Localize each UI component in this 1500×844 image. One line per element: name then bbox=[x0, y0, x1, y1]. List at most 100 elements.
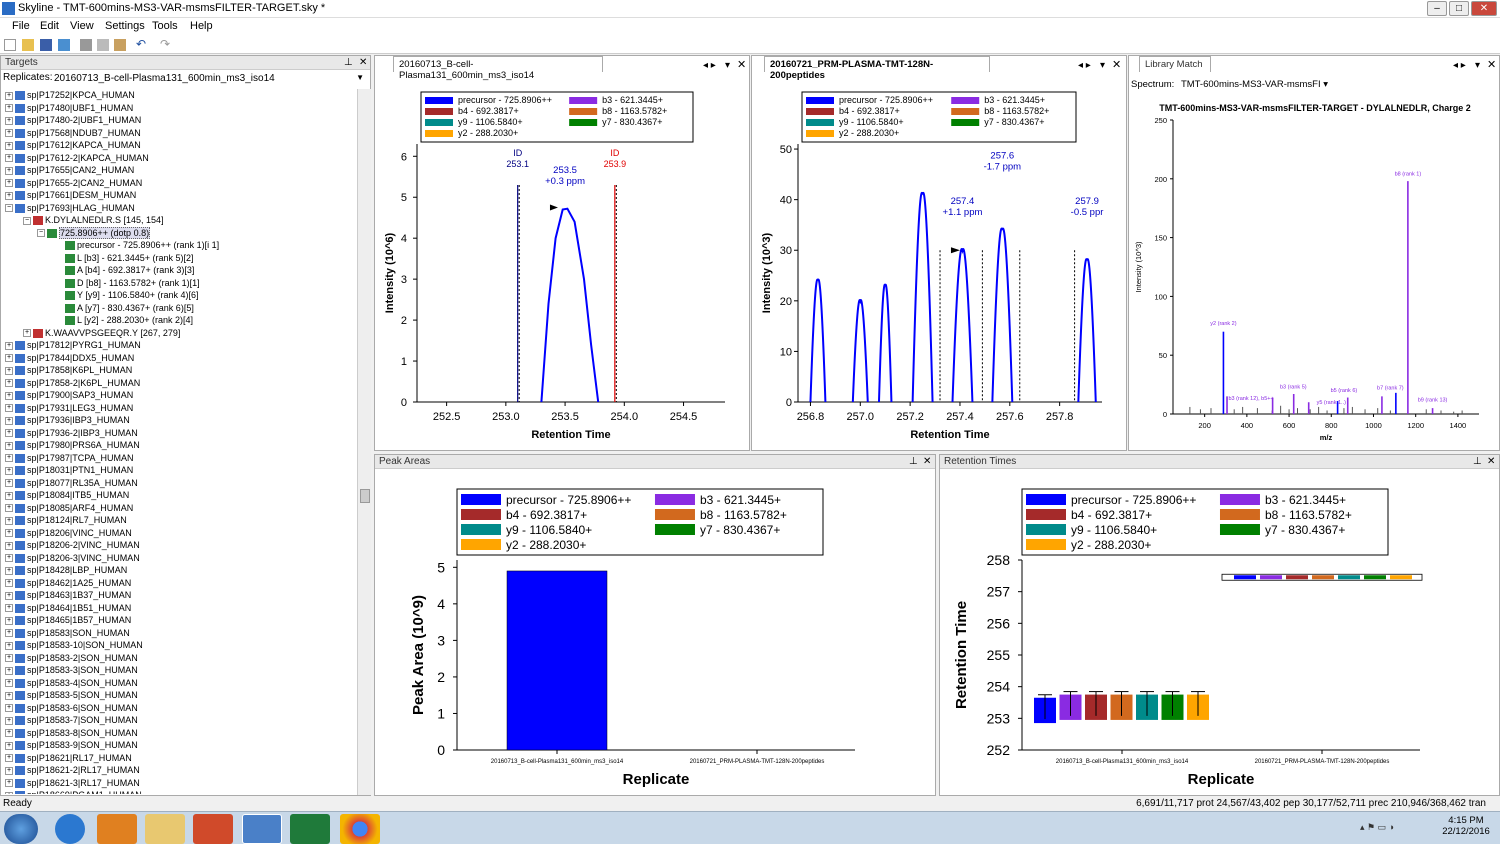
tree-item-transition[interactable]: A [b4] - 692.3817+ (rank 3)[3] bbox=[65, 264, 194, 277]
cut-icon[interactable] bbox=[80, 39, 92, 51]
expand-toggle-icon[interactable]: + bbox=[5, 741, 13, 750]
expand-toggle-icon[interactable]: + bbox=[5, 566, 13, 575]
pin-icon[interactable]: ⊥ bbox=[909, 455, 918, 469]
expand-toggle-icon[interactable]: + bbox=[5, 91, 13, 100]
expand-toggle-icon[interactable]: + bbox=[5, 754, 13, 763]
expand-toggle-icon[interactable]: + bbox=[5, 366, 13, 375]
expand-toggle-icon[interactable]: + bbox=[5, 691, 13, 700]
tree-item-protein[interactable]: + sp|P18621-2|RL17_HUMAN bbox=[5, 764, 140, 777]
expand-toggle-icon[interactable]: + bbox=[5, 641, 13, 650]
expand-toggle-icon[interactable]: + bbox=[5, 529, 13, 538]
redo-icon[interactable]: ↷ bbox=[160, 37, 172, 51]
expand-toggle-icon[interactable]: + bbox=[5, 716, 13, 725]
tree-item-protein[interactable]: + sp|P18583-10|SON_HUMAN bbox=[5, 639, 143, 652]
close-icon[interactable]: ✕ bbox=[1112, 58, 1121, 72]
tree-item-protein[interactable]: + sp|P18031|PTN1_HUMAN bbox=[5, 464, 133, 477]
tree-item-transition[interactable]: L [y2] - 288.2030+ (rank 2)[4] bbox=[65, 314, 193, 327]
expand-toggle-icon[interactable]: − bbox=[5, 204, 13, 213]
tree-item-protein[interactable]: + sp|P17252|KPCA_HUMAN bbox=[5, 89, 135, 102]
expand-toggle-icon[interactable]: + bbox=[5, 191, 13, 200]
tree-item-protein[interactable]: + sp|P17987|TCPA_HUMAN bbox=[5, 452, 134, 465]
expand-toggle-icon[interactable]: + bbox=[5, 616, 13, 625]
expand-toggle-icon[interactable]: + bbox=[5, 416, 13, 425]
tree-item-protein[interactable]: + sp|P18621-3|RL17_HUMAN bbox=[5, 777, 140, 790]
powerpoint-icon[interactable] bbox=[193, 814, 233, 844]
new-file-icon[interactable] bbox=[4, 39, 16, 51]
expand-toggle-icon[interactable]: + bbox=[5, 429, 13, 438]
expand-toggle-icon[interactable]: + bbox=[5, 579, 13, 588]
system-tray-icons[interactable]: ▴ ⚑ ▭ ◑ bbox=[1360, 822, 1440, 836]
expand-toggle-icon[interactable]: + bbox=[5, 466, 13, 475]
tree-item-protein[interactable]: + sp|P17655-2|CAN2_HUMAN bbox=[5, 177, 142, 190]
tree-item-protein[interactable]: + sp|P17568|NDUB7_HUMAN bbox=[5, 127, 141, 140]
expand-toggle-icon[interactable]: + bbox=[23, 329, 31, 338]
tree-item-protein[interactable]: + sp|P18206-3|VINC_HUMAN bbox=[5, 552, 140, 565]
tree-item-protein[interactable]: + sp|P18206|VINC_HUMAN bbox=[5, 527, 132, 540]
chromatogram-plot-2[interactable]: precursor - 725.8906++ b3 - 621.3445+ b4 -… bbox=[752, 74, 1128, 450]
chromatogram-plot-1[interactable]: precursor - 725.8906++ b3 - 621.3445+ b4 -… bbox=[375, 74, 751, 450]
dropdown-icon[interactable]: ▾ bbox=[1100, 59, 1105, 73]
tree-item-protein[interactable]: + sp|P17655|CAN2_HUMAN bbox=[5, 164, 134, 177]
copy-icon[interactable] bbox=[97, 39, 109, 51]
tree-item-protein[interactable]: + sp|P17480|UBF1_HUMAN bbox=[5, 102, 133, 115]
maximize-button[interactable]: □ bbox=[1449, 1, 1469, 16]
dropdown-icon[interactable]: ▾ bbox=[1475, 59, 1480, 73]
tree-item-protein[interactable]: + sp|P18583-3|SON_HUMAN bbox=[5, 664, 138, 677]
tree-item-protein[interactable]: + sp|P18583-2|SON_HUMAN bbox=[5, 652, 138, 665]
nav-arrows-icon[interactable]: ◂ ▸ bbox=[703, 59, 716, 73]
tree-item-protein[interactable]: + sp|P18583|SON_HUMAN bbox=[5, 627, 130, 640]
tab-chromatogram-1[interactable]: 20160713_B-cell-Plasma131_600min_ms3_iso… bbox=[393, 56, 603, 81]
expand-toggle-icon[interactable]: + bbox=[5, 666, 13, 675]
expand-toggle-icon[interactable]: − bbox=[23, 216, 31, 225]
expand-toggle-icon[interactable]: + bbox=[5, 554, 13, 563]
publish-icon[interactable] bbox=[58, 39, 70, 51]
tree-item-protein[interactable]: + sp|P17844|DDX5_HUMAN bbox=[5, 352, 134, 365]
tree-item-protein[interactable]: + sp|P17812|PYRG1_HUMAN bbox=[5, 339, 141, 352]
close-icon[interactable]: ✕ bbox=[1487, 58, 1496, 72]
expand-toggle-icon[interactable]: + bbox=[5, 379, 13, 388]
tree-item-protein[interactable]: + sp|P17612|KAPCA_HUMAN bbox=[5, 139, 141, 152]
tree-item-protein[interactable]: + sp|P18464|1B51_HUMAN bbox=[5, 602, 131, 615]
expand-toggle-icon[interactable]: + bbox=[5, 491, 13, 500]
expand-toggle-icon[interactable]: + bbox=[5, 454, 13, 463]
pin-icon[interactable]: ⊥ bbox=[1473, 455, 1482, 469]
minimize-button[interactable]: – bbox=[1427, 1, 1447, 16]
expand-toggle-icon[interactable]: + bbox=[5, 479, 13, 488]
expand-toggle-icon[interactable]: + bbox=[5, 729, 13, 738]
tree-item-protein[interactable]: + sp|P18465|1B57_HUMAN bbox=[5, 614, 131, 627]
tree-item-protein[interactable]: + sp|P18583-6|SON_HUMAN bbox=[5, 702, 138, 715]
replicates-dropdown[interactable]: 20160713_B-cell-Plasma131_600min_ms3_iso… bbox=[53, 72, 367, 86]
expand-toggle-icon[interactable]: + bbox=[5, 541, 13, 550]
tree-item-protein[interactable]: + sp|P18085|ARF4_HUMAN bbox=[5, 502, 133, 515]
skyline-taskbar-icon[interactable] bbox=[242, 814, 282, 844]
menu-help[interactable]: Help bbox=[190, 20, 213, 32]
close-icon[interactable]: ✕ bbox=[359, 56, 367, 70]
tree-item-protein[interactable]: + sp|P18669|PGAM1_HUMAN bbox=[5, 789, 142, 794]
expand-toggle-icon[interactable]: + bbox=[5, 391, 13, 400]
expand-toggle-icon[interactable]: + bbox=[5, 341, 13, 350]
undo-icon[interactable]: ↶ bbox=[136, 37, 148, 51]
internet-explorer-icon[interactable] bbox=[55, 814, 85, 844]
pin-icon[interactable]: ⊥ bbox=[344, 56, 353, 70]
tree-item-protein[interactable]: + sp|P18583-7|SON_HUMAN bbox=[5, 714, 138, 727]
tree-item-protein[interactable]: + sp|P18583-8|SON_HUMAN bbox=[5, 727, 138, 740]
tree-item-transition[interactable]: L [b3] - 621.3445+ (rank 5)[2] bbox=[65, 252, 194, 265]
tree-item-protein[interactable]: + sp|P18583-9|SON_HUMAN bbox=[5, 739, 138, 752]
tree-item-transition[interactable]: precursor - 725.8906++ (rank 1)[i 1] bbox=[65, 239, 219, 252]
excel-icon[interactable] bbox=[290, 814, 330, 844]
close-icon[interactable]: ✕ bbox=[737, 58, 746, 72]
expand-toggle-icon[interactable]: + bbox=[5, 504, 13, 513]
menu-settings[interactable]: Settings bbox=[105, 20, 145, 32]
paste-icon[interactable] bbox=[114, 39, 126, 51]
media-player-icon[interactable] bbox=[97, 814, 137, 844]
retention-times-chart[interactable]: precursor - 725.8906++ b3 - 621.3445+ b4 -… bbox=[940, 470, 1499, 795]
tree-item-protein[interactable]: + sp|P17661|DESM_HUMAN bbox=[5, 189, 136, 202]
menu-file[interactable]: File bbox=[12, 20, 30, 32]
peak-areas-chart[interactable]: precursor - 725.8906++ b3 - 621.3445+ b4 -… bbox=[375, 470, 935, 795]
save-icon[interactable] bbox=[40, 39, 52, 51]
expand-toggle-icon[interactable]: − bbox=[37, 229, 45, 238]
menu-view[interactable]: View bbox=[70, 20, 94, 32]
expand-toggle-icon[interactable]: + bbox=[5, 679, 13, 688]
start-button[interactable] bbox=[4, 814, 38, 844]
tree-item-transition[interactable]: Y [y9] - 1106.5840+ (rank 4)[6] bbox=[65, 289, 199, 302]
